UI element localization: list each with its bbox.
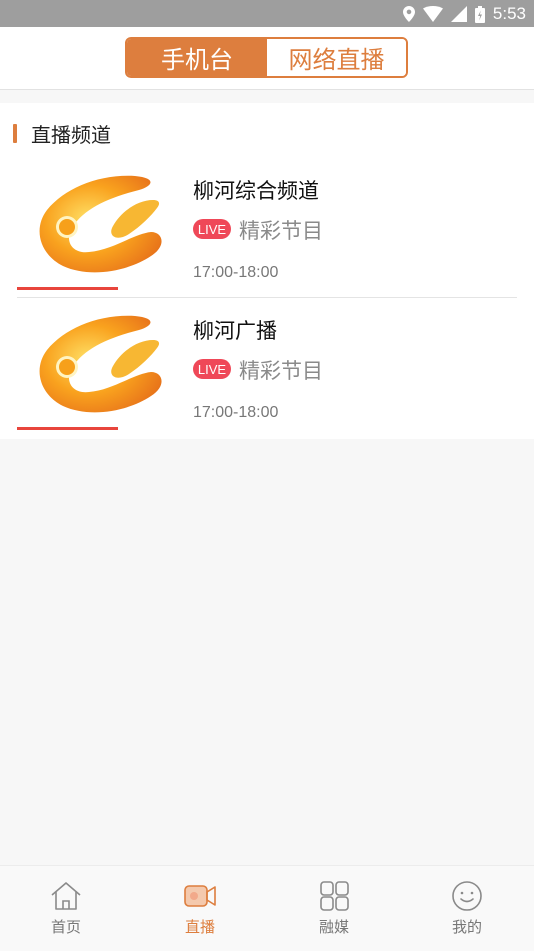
- tab-online-live[interactable]: 网络直播: [267, 39, 406, 76]
- channel-logo: [39, 315, 162, 413]
- nav-mine-label: 我的: [451, 918, 482, 936]
- row-divider: [17, 297, 517, 298]
- section-title: 直播频道: [31, 122, 111, 147]
- status-time: 5:53: [492, 4, 526, 23]
- wifi-icon: [422, 6, 443, 22]
- live-badge: LIVE: [193, 359, 231, 379]
- channel-type-switch: 手机台 网络直播: [125, 37, 408, 78]
- channel-list-panel: 直播频道 柳河综合频道 LIVE 精彩节目 17:00-18:00 柳河广播 L…: [0, 103, 534, 439]
- logo-underline: [17, 427, 118, 430]
- program-name: 精彩节目: [239, 359, 323, 383]
- bottom-nav: 首页 直播 融媒 我的: [0, 865, 534, 951]
- home-icon: [51, 882, 81, 910]
- signal-icon: [450, 6, 467, 22]
- program-name: 精彩节目: [239, 219, 323, 243]
- location-pin-icon: [402, 6, 415, 22]
- channel-name: 柳河综合频道: [193, 179, 319, 203]
- program-time: 17:00-18:00: [193, 404, 279, 421]
- section-header: 直播频道: [13, 122, 111, 147]
- channel-name: 柳河广播: [193, 319, 277, 343]
- program-time: 17:00-18:00: [193, 264, 279, 281]
- video-camera-icon: [184, 885, 216, 907]
- nav-media[interactable]: 融媒: [284, 880, 384, 937]
- tab-mobile-tv[interactable]: 手机台: [127, 39, 267, 76]
- status-icons: 5:53: [402, 4, 526, 24]
- nav-mine[interactable]: 我的: [417, 880, 517, 937]
- status-bar: 5:53: [0, 0, 534, 27]
- channel-logo: [39, 175, 162, 273]
- top-bar: 手机台 网络直播: [0, 27, 534, 90]
- grid-icon: [320, 881, 349, 911]
- nav-media-label: 融媒: [318, 918, 349, 936]
- channel-row[interactable]: 柳河综合频道 LIVE 精彩节目 17:00-18:00: [0, 170, 534, 290]
- battery-icon: [474, 5, 485, 23]
- nav-home[interactable]: 首页: [16, 880, 116, 937]
- section-accent-bar: [13, 123, 17, 143]
- live-badge: LIVE: [193, 219, 231, 239]
- nav-live[interactable]: 直播: [150, 880, 250, 937]
- smiley-icon: [452, 881, 482, 911]
- nav-home-label: 首页: [50, 918, 81, 936]
- logo-underline: [17, 287, 118, 290]
- nav-live-label: 直播: [184, 918, 215, 936]
- channel-row[interactable]: 柳河广播 LIVE 精彩节目 17:00-18:00: [0, 310, 534, 430]
